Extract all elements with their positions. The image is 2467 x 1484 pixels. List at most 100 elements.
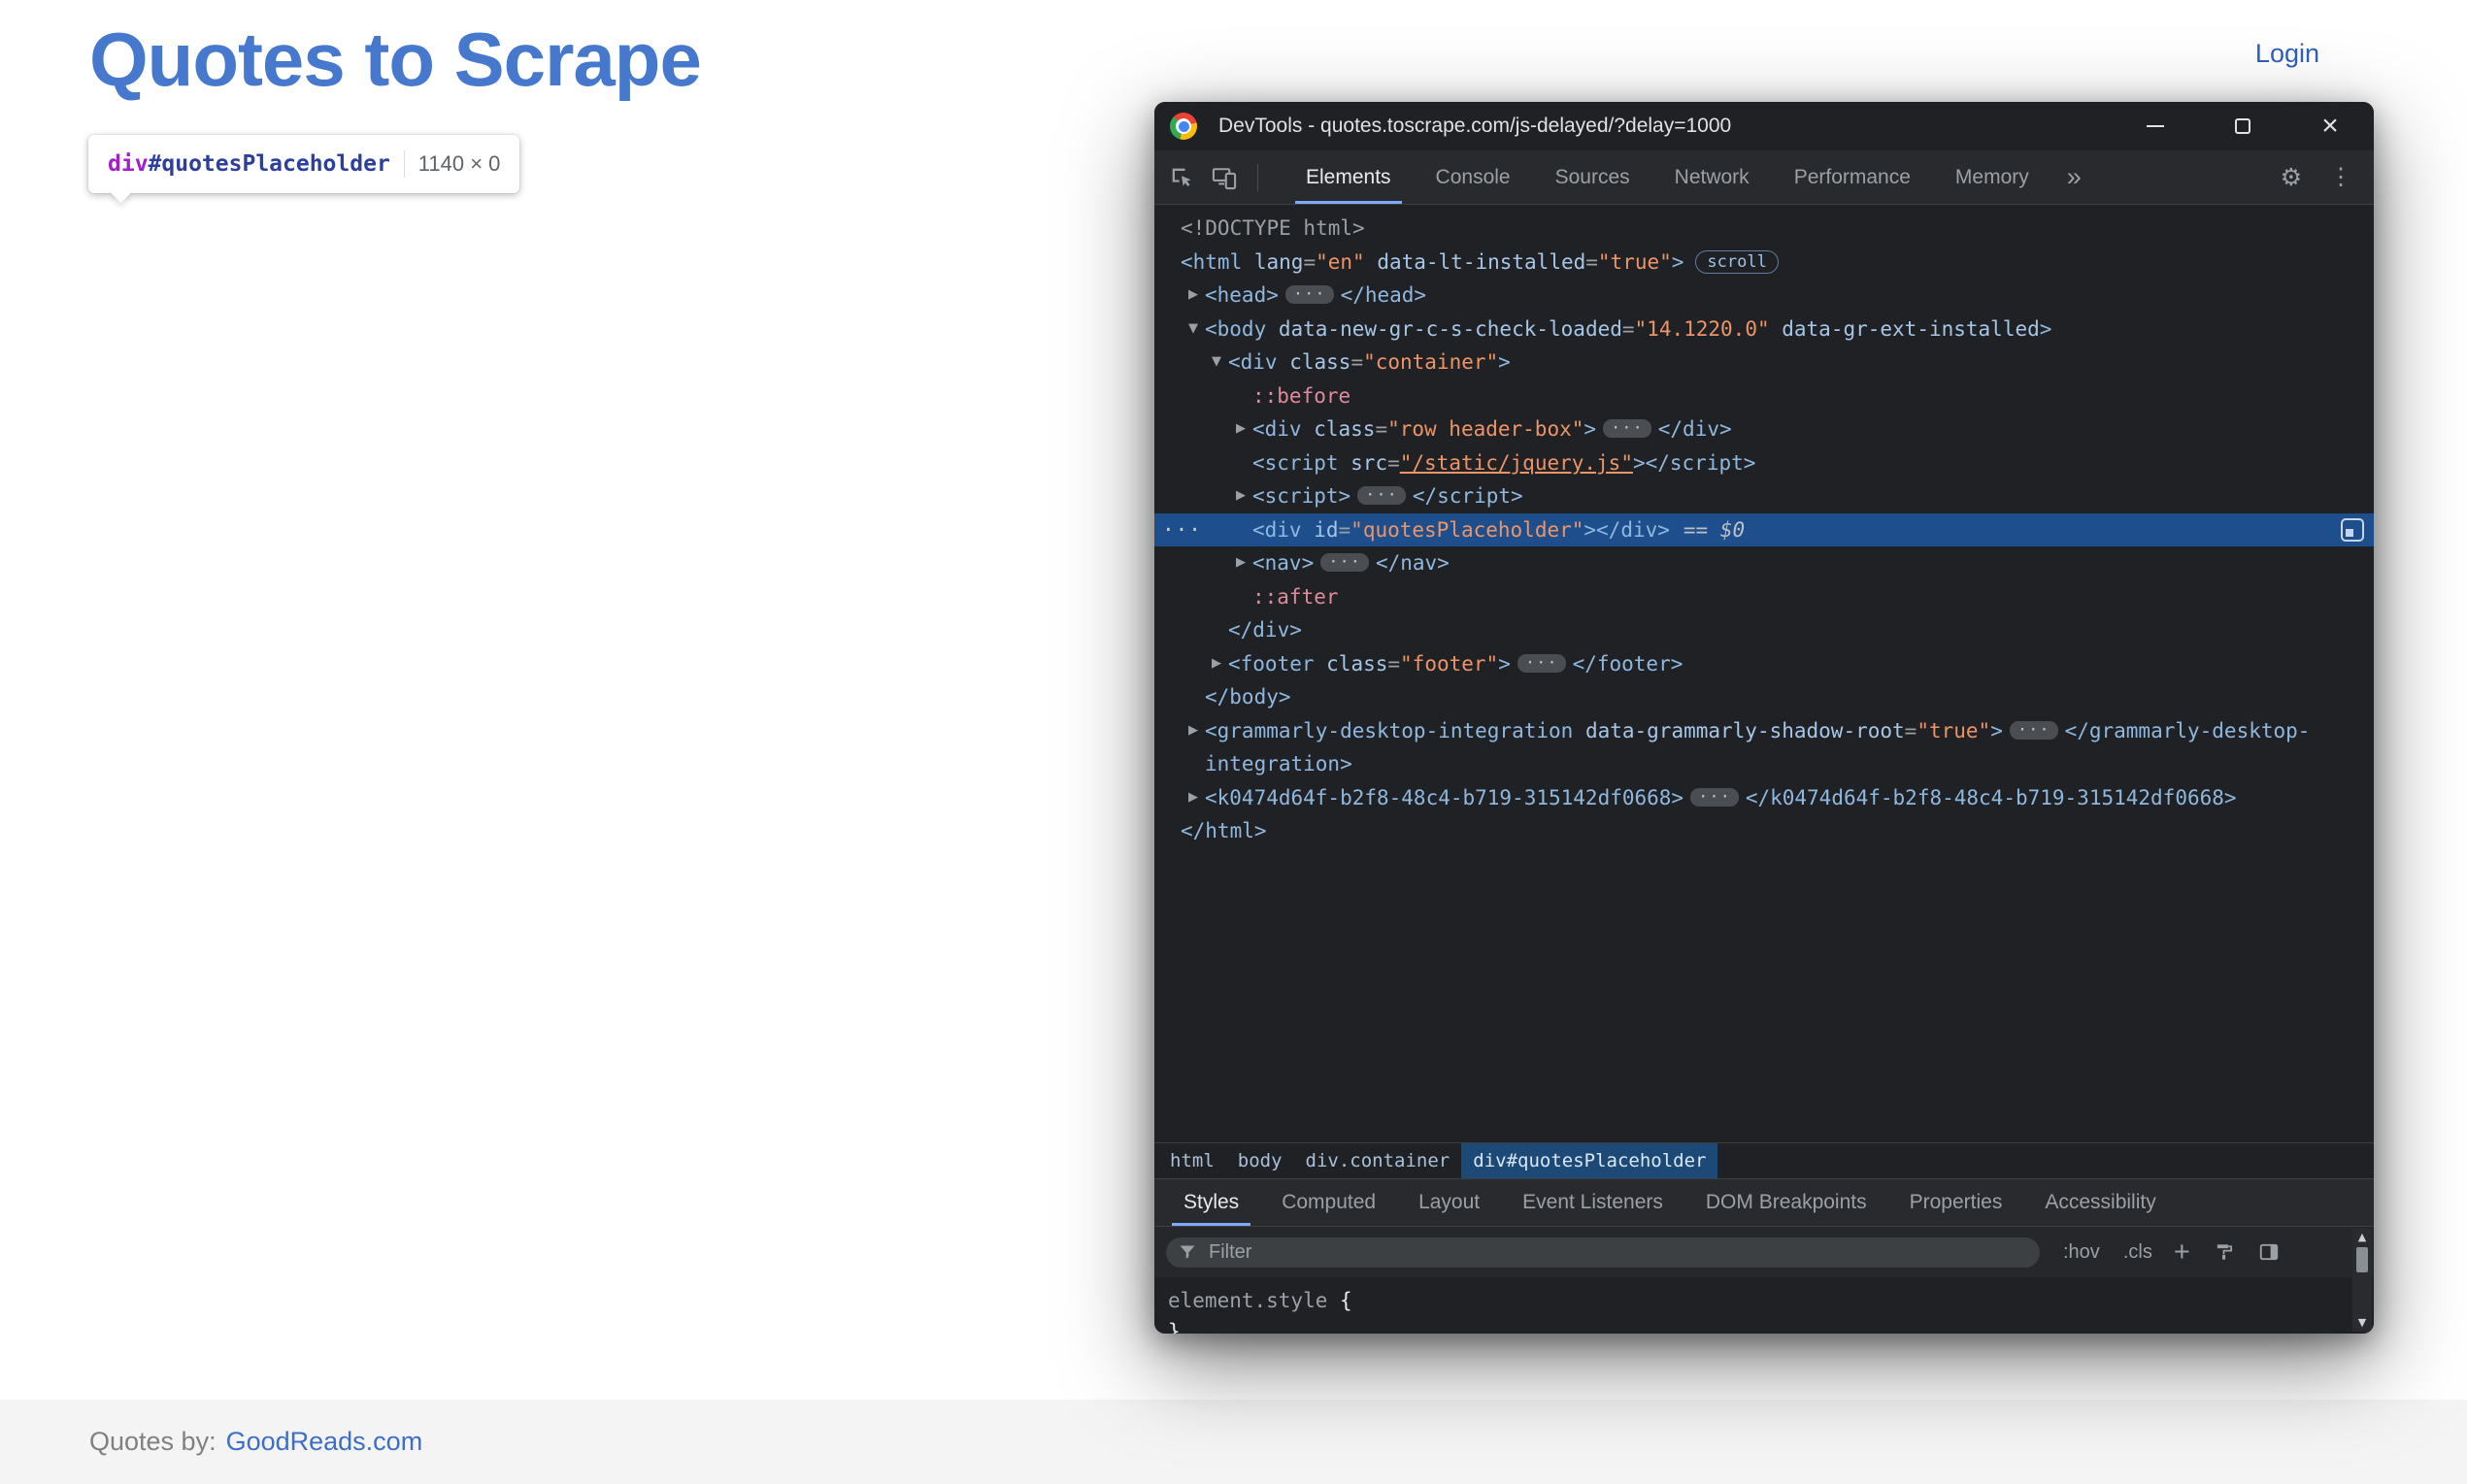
kebab-menu-icon[interactable]: ⋮ [2329, 163, 2352, 191]
styles-pane[interactable]: element.style { } [1154, 1277, 2374, 1334]
code-segment: "14.1220.0" [1635, 317, 1770, 341]
minimize-button[interactable] [2112, 102, 2199, 150]
footer-goodreads-link[interactable]: GoodReads.com [226, 1427, 423, 1457]
collapsed-content-icon[interactable]: ··· [1690, 788, 1739, 807]
dom-node[interactable]: <!DOCTYPE html> [1154, 212, 2374, 246]
devtools-tab-memory[interactable]: Memory [1933, 150, 2051, 204]
expand-arrow-icon[interactable]: ▶ [1231, 412, 1250, 446]
code-segment: "container" [1363, 350, 1498, 374]
collapsed-content-icon[interactable]: ··· [1285, 285, 1334, 304]
devtools-tab-elements[interactable]: Elements [1284, 150, 1414, 204]
node-more-actions-icon[interactable]: ··· [1162, 513, 1202, 547]
code-segment: ::before [1252, 384, 1350, 408]
styles-scrollbar[interactable]: ▲ ▼ [2352, 1229, 2372, 1332]
scroll-badge[interactable]: scroll [1695, 250, 1778, 274]
dom-node[interactable]: <html lang="en" data-lt-installed="true"… [1154, 246, 2374, 280]
maximize-button[interactable] [2199, 102, 2286, 150]
breadcrumb-item-body[interactable]: body [1226, 1143, 1294, 1178]
elements-tree: <!DOCTYPE html><html lang="en" data-lt-i… [1154, 205, 2374, 1142]
expand-arrow-icon[interactable]: ▶ [1231, 479, 1250, 513]
expand-arrow-icon[interactable]: ▶ [1183, 279, 1203, 313]
dom-node[interactable]: ::after [1154, 580, 2374, 614]
styles-tab-properties[interactable]: Properties [1888, 1179, 2024, 1226]
devtools-tab-sources[interactable]: Sources [1533, 150, 1652, 204]
dom-node[interactable]: ▶<head>···</head> [1154, 279, 2374, 313]
code-segment[interactable]: "/static/jquery.js" [1400, 451, 1633, 475]
dom-node[interactable]: </body> [1154, 680, 2374, 714]
devtools-tab-console[interactable]: Console [1414, 150, 1533, 204]
dom-node[interactable]: </div> [1154, 613, 2374, 647]
styles-tab-layout[interactable]: Layout [1397, 1179, 1501, 1226]
code-segment: <grammarly-desktop-integration [1205, 719, 1573, 742]
devtools-titlebar[interactable]: DevTools - quotes.toscrape.com/js-delaye… [1154, 102, 2374, 150]
new-style-rule-button[interactable]: + [2174, 1238, 2190, 1267]
collapsed-content-icon[interactable]: ··· [1603, 419, 1651, 438]
dom-node[interactable]: ▶<k0474d64f-b2f8-48c4-b719-315142df0668>… [1154, 781, 2374, 815]
collapsed-content-icon[interactable]: ··· [1357, 486, 1406, 505]
dom-node[interactable]: ▶<nav>···</nav> [1154, 546, 2374, 580]
breadcrumb-item-html[interactable]: html [1158, 1143, 1226, 1178]
settings-gear-icon[interactable]: ⚙ [2281, 163, 2302, 192]
collapse-arrow-icon[interactable]: ▼ [1207, 346, 1226, 379]
filter-input[interactable] [1207, 1240, 2028, 1265]
toggle-element-state-button[interactable]: :hov [2063, 1241, 2100, 1264]
sidebar-toggle-icon[interactable] [2258, 1241, 2280, 1263]
styles-tab-accessibility[interactable]: Accessibility [2023, 1179, 2177, 1226]
login-link[interactable]: Login [2255, 39, 2319, 69]
devtools-tab-performance[interactable]: Performance [1772, 150, 1933, 204]
styles-tab-dom-breakpoints[interactable]: DOM Breakpoints [1684, 1179, 1888, 1226]
dom-node[interactable]: ▶<script>···</script> [1154, 479, 2374, 513]
dom-node[interactable]: <script src="/static/jquery.js"></script… [1154, 446, 2374, 480]
dom-node[interactable]: ::before [1154, 379, 2374, 413]
collapsed-content-icon[interactable]: ··· [2010, 721, 2058, 740]
code-segment: = [1375, 417, 1387, 441]
styles-tab-bar: StylesComputedLayoutEvent ListenersDOM B… [1154, 1178, 2374, 1227]
styles-tab-styles[interactable]: Styles [1162, 1179, 1260, 1226]
scroll-thumb[interactable] [2356, 1247, 2368, 1272]
tooltip-arrow [111, 182, 131, 203]
brush-icon[interactable] [2214, 1241, 2235, 1263]
element-style-rule[interactable]: element.style { [1168, 1285, 2374, 1316]
device-toolbar-icon[interactable] [1211, 164, 1238, 191]
filter-field[interactable] [1166, 1237, 2040, 1268]
devtools-window: DevTools - quotes.toscrape.com/js-delaye… [1154, 102, 2374, 1334]
devtools-tab-network[interactable]: Network [1652, 150, 1772, 204]
breadcrumb-item-div-quotesplaceholder[interactable]: div#quotesPlaceholder [1461, 1143, 1717, 1178]
dom-node-selected[interactable]: ···<div id="quotesPlaceholder"></div>== … [1154, 513, 2374, 547]
dom-node[interactable]: ▶<grammarly-desktop-integration data-gra… [1154, 714, 2374, 748]
expand-arrow-icon[interactable]: ▶ [1231, 546, 1250, 580]
window-controls: × [2112, 102, 2374, 150]
code-segment: > [1990, 719, 2003, 742]
page-root: { "page": { "title": "Quotes to Scrape",… [0, 0, 2467, 1484]
more-tabs-icon[interactable]: » [2051, 162, 2097, 192]
tooltip-tag-name: div [108, 151, 149, 177]
code-segment: <body [1205, 317, 1266, 341]
close-button[interactable]: × [2286, 102, 2374, 150]
dom-node[interactable]: ▶<div class="row header-box">···</div> [1154, 412, 2374, 446]
dom-node[interactable]: ▼<div class="container"> [1154, 346, 2374, 379]
expand-arrow-icon[interactable]: ▶ [1183, 714, 1203, 748]
inspect-element-icon[interactable] [1168, 164, 1195, 191]
expand-arrow-icon[interactable]: ▶ [1183, 781, 1203, 815]
scroll-up-icon[interactable]: ▲ [2358, 1232, 2366, 1243]
code-segment: </div> [1658, 417, 1732, 441]
dom-node[interactable]: ▼<body data-new-gr-c-s-check-loaded="14.… [1154, 313, 2374, 346]
code-segment: </k0474d64f-b2f8-48c4-b719-315142df0668> [1746, 786, 2237, 809]
code-segment: <div [1252, 518, 1302, 542]
dom-node[interactable]: ▶<footer class="footer">···</footer> [1154, 647, 2374, 681]
dom-node[interactable]: </html> [1154, 814, 2374, 848]
element-classes-button[interactable]: .cls [2123, 1241, 2152, 1264]
collapsed-content-icon[interactable]: ··· [1320, 553, 1369, 572]
expand-arrow-icon[interactable]: ▶ [1207, 647, 1226, 681]
collapse-arrow-icon[interactable]: ▼ [1183, 313, 1203, 346]
tooltip-divider [404, 150, 405, 178]
dom-node[interactable]: integration> [1154, 747, 2374, 781]
collapsed-content-icon[interactable]: ··· [1517, 654, 1566, 673]
breadcrumb-item-div-container[interactable]: div.container [1294, 1143, 1462, 1178]
code-segment: <k0474d64f-b2f8-48c4-b719-315142df0668> [1205, 786, 1684, 809]
node-marker-icon[interactable] [2341, 518, 2364, 542]
code-segment: "footer" [1400, 652, 1498, 676]
styles-tab-computed[interactable]: Computed [1260, 1179, 1397, 1226]
scroll-down-icon[interactable]: ▼ [2358, 1317, 2366, 1329]
styles-tab-event-listeners[interactable]: Event Listeners [1501, 1179, 1684, 1226]
